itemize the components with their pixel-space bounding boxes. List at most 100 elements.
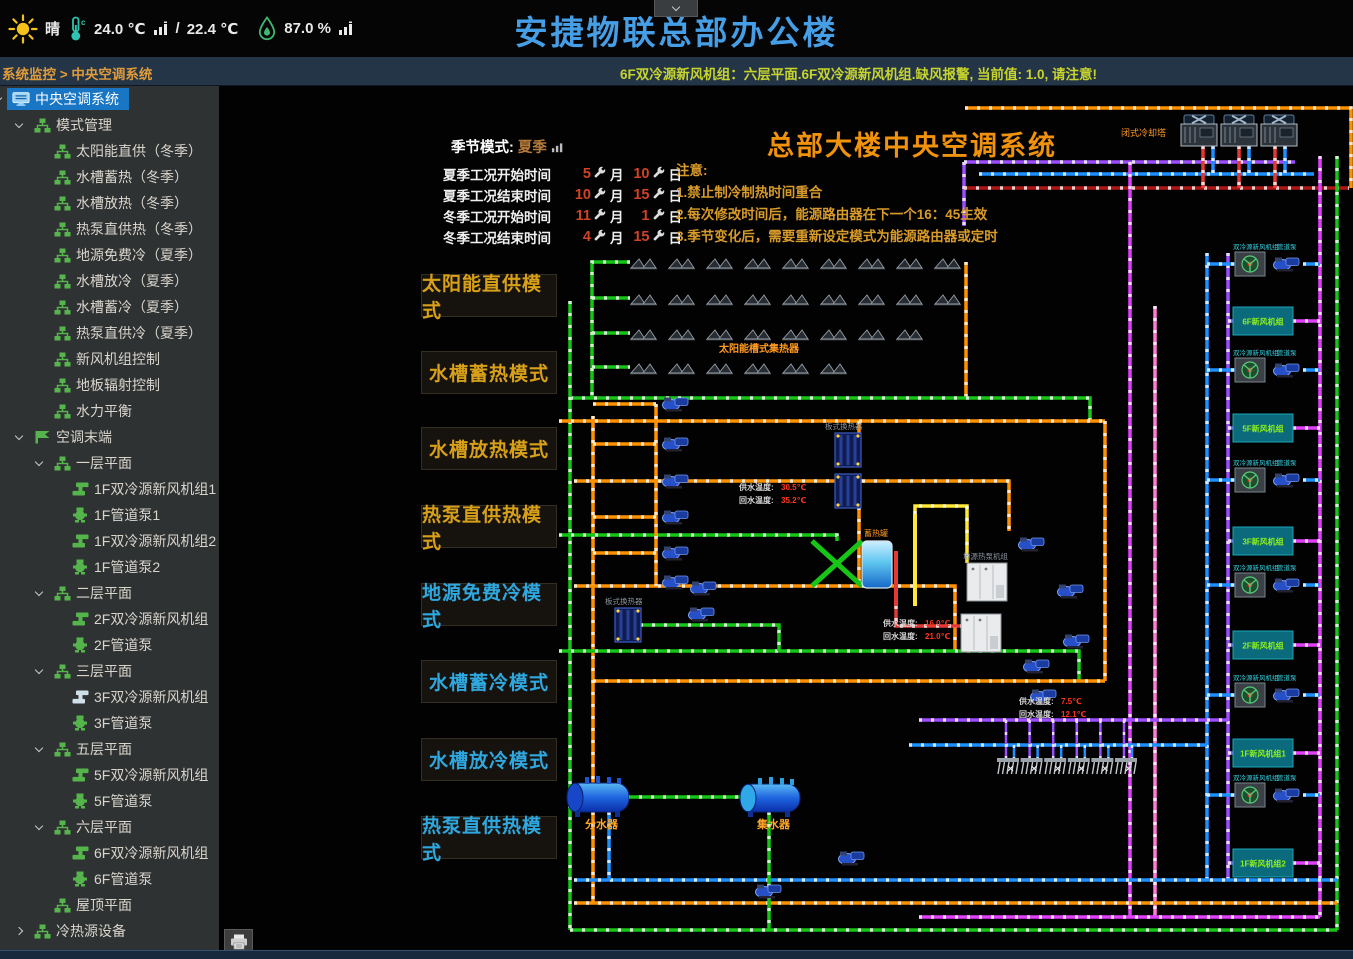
breadcrumb[interactable]: 系统监控 > 中央空调系统 [2,63,152,83]
tree-item-3F管道泵[interactable]: 3F管道泵 [0,710,219,736]
tree-item-六层平面[interactable]: 六层平面 [0,814,219,840]
circulation-pump [839,852,865,866]
chevron-down-icon[interactable] [34,458,44,468]
tree-item-太阳能直供（冬季）[interactable]: 太阳能直供（冬季） [0,138,219,164]
diagram-label: 双冷源新风机组 [1233,348,1279,357]
tree-item-5F双冷源新风机组[interactable]: 5F双冷源新风机组 [0,762,219,788]
tree-item-一层平面[interactable]: 一层平面 [0,450,219,476]
tree-item-1F管道泵2[interactable]: 1F管道泵2 [0,554,219,580]
circulation-pump [663,398,689,412]
tree-item-6F双冷源新风机组[interactable]: 6F双冷源新风机组 [0,840,219,866]
month-unit: 月 [610,185,624,205]
pump-icon [71,792,89,810]
edit-month-wrench-icon[interactable] [593,208,606,224]
mode-button-水槽蓄热模式[interactable]: 水槽蓄热模式 [421,351,557,394]
tree-item-水槽蓄冷（夏季）[interactable]: 水槽蓄冷（夏季） [0,294,219,320]
tree-item-1F管道泵1[interactable]: 1F管道泵1 [0,502,219,528]
chevron-down-icon[interactable] [34,822,44,832]
mode-button-水槽蓄冷模式[interactable]: 水槽蓄冷模式 [421,660,557,703]
tree-item-label: 五层平面 [76,736,132,762]
month-unit: 月 [610,206,624,226]
chevron-down-icon[interactable] [14,432,24,442]
mode-button-地源免费冷模式[interactable]: 地源免费冷模式 [421,583,557,626]
tree-item-水槽放热（冬季）[interactable]: 水槽放热（冬季） [0,190,219,216]
solar-panel-icon [630,364,657,374]
tree-item-2F双冷源新风机组[interactable]: 2F双冷源新风机组 [0,606,219,632]
chevron-down-icon[interactable] [34,744,44,754]
edit-day-wrench-icon[interactable] [652,187,665,203]
notes-block: 注意:1.禁止制冷制热时间重合2.每次修改时间后，能源路由器在下一个16：45生… [676,160,998,248]
diagram-label: 管道泵 [1277,348,1297,357]
circulation-pump [1058,585,1084,599]
temperature-readout: 回水温度:35.2℃ [739,495,807,505]
pump-icon [71,636,89,654]
mode-button-热泵直供热模式[interactable]: 热泵直供热模式 [421,816,557,859]
tree-item-冷热源设备[interactable]: 冷热源设备 [0,918,219,944]
solar-panel-icon [668,259,695,269]
flag-icon [33,428,51,446]
tree-item-水槽蓄热（冬季）[interactable]: 水槽蓄热（冬季） [0,164,219,190]
tree-item-1F双冷源新风机组2[interactable]: 1F双冷源新风机组2 [0,528,219,554]
chevron-down-icon[interactable] [34,588,44,598]
diagram-label: 管道泵 [1277,773,1297,782]
tree-item-地源免费冷（夏季）[interactable]: 地源免费冷（夏季） [0,242,219,268]
solar-panel-icon [934,259,961,269]
tree-item-1F双冷源新风机组1[interactable]: 1F双冷源新风机组1 [0,476,219,502]
tree-item-屋顶平面[interactable]: 屋顶平面 [0,892,219,918]
pump-icon [71,870,89,888]
solar-panel-icon [820,330,847,340]
bottom-strip [0,950,1353,959]
tree-item-label: 1F管道泵1 [94,502,160,528]
fan-coil-icon [1115,758,1137,774]
tree-item-5F管道泵[interactable]: 5F管道泵 [0,788,219,814]
chevron-down-icon[interactable] [14,120,24,130]
chevron-down-icon[interactable] [0,94,3,104]
mode-button-水槽放热模式[interactable]: 水槽放热模式 [421,427,557,470]
chevron-right-icon[interactable] [14,926,24,936]
tree-item-label: 水槽放热（冬季） [76,190,188,216]
tree-item-label: 地源免费冷（夏季） [76,242,202,268]
tree-item-二层平面[interactable]: 二层平面 [0,580,219,606]
tree-item-6F管道泵[interactable]: 6F管道泵 [0,866,219,892]
tree-item-水力平衡[interactable]: 水力平衡 [0,398,219,424]
solar-panel-icon [896,295,923,305]
tree-item-地板辐射控制[interactable]: 地板辐射控制 [0,372,219,398]
tree-item-label: 1F双冷源新风机组1 [94,476,216,502]
circulation-pump [663,475,689,489]
mode-button-太阳能直供模式[interactable]: 太阳能直供模式 [421,274,557,317]
circulation-pump [1064,635,1090,649]
tree-item-2F管道泵[interactable]: 2F管道泵 [0,632,219,658]
chevron-down-icon[interactable] [34,666,44,676]
tree-item-label: 5F管道泵 [94,788,152,814]
ahu-fan-unit [1235,358,1265,382]
mode-button-水槽放冷模式[interactable]: 水槽放冷模式 [421,738,557,781]
tree-item-3F双冷源新风机组[interactable]: 3F双冷源新风机组 [0,684,219,710]
collapse-header-button[interactable] [654,0,698,17]
tree-item-热泵直供冷（夏季）[interactable]: 热泵直供冷（夏季） [0,320,219,346]
edit-day-wrench-icon[interactable] [652,166,665,182]
diagram-label: 供水温度: [738,482,774,492]
edit-month-wrench-icon[interactable] [593,166,606,182]
tree-item-中央空调系统[interactable]: 中央空调系统 [0,86,219,112]
season-mode-label: 季节模式: [451,136,514,157]
tree-item-空调末端[interactable]: 空调末端 [0,424,219,450]
diagram-label: 双冷源新风机组 [1233,242,1279,251]
tree-item-新风机组控制[interactable]: 新风机组控制 [0,346,219,372]
diagram-label: 管道泵 [1277,673,1297,682]
edit-day-wrench-icon[interactable] [652,208,665,224]
solar-panel-icon [782,259,809,269]
circulation-pump [663,547,689,561]
edit-month-wrench-icon[interactable] [593,229,606,245]
tree-item-五层平面[interactable]: 五层平面 [0,736,219,762]
edit-day-wrench-icon[interactable] [652,229,665,245]
app-window: 晴 c 24.0 ℃ / 22.4 ℃ 87.0 % 安捷物联总部办公楼 [0,0,1353,959]
ahu-icon [71,766,89,784]
tree-item-三层平面[interactable]: 三层平面 [0,658,219,684]
tree-item-模式管理[interactable]: 模式管理 [0,112,219,138]
edit-month-wrench-icon[interactable] [593,187,606,203]
tree-item-水槽放冷（夏季）[interactable]: 水槽放冷（夏季） [0,268,219,294]
mode-button-热泵直供热模式[interactable]: 热泵直供热模式 [421,505,557,548]
top-header: 晴 c 24.0 ℃ / 22.4 ℃ 87.0 % 安捷物联总部办公楼 [0,0,1353,57]
tree-item-热泵直供热（冬季）[interactable]: 热泵直供热（冬季） [0,216,219,242]
pipeline-pump [1274,689,1300,703]
